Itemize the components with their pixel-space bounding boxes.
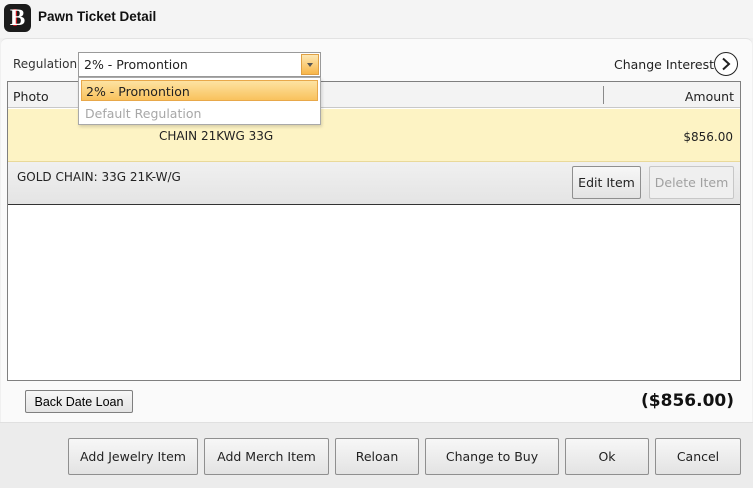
regulation-selected-value: 2% - Promontion (84, 57, 188, 72)
back-date-loan-button[interactable]: Back Date Loan (25, 390, 133, 413)
column-header-photo[interactable]: Photo (13, 89, 49, 104)
dropdown-option-selected[interactable]: 2% - Promontion (81, 80, 318, 101)
regulation-dropdown-button[interactable] (301, 54, 319, 75)
add-jewelry-item-button[interactable]: Add Jewelry Item (68, 438, 198, 475)
regulation-dropdown-list: 2% - Promontion Default Regulation (78, 77, 321, 125)
item-amount: $856.00 (683, 130, 733, 144)
row-detail: GOLD CHAIN: 33G 21K-W/G Edit Item Delete… (8, 162, 740, 205)
delete-item-button[interactable]: Delete Item (649, 166, 734, 199)
change-to-buy-button[interactable]: Change to Buy (425, 438, 559, 475)
footer-bar: Add Jewelry Item Add Merch Item Reloan C… (0, 422, 753, 488)
cancel-button[interactable]: Cancel (655, 438, 741, 475)
reloan-button[interactable]: Reloan (335, 438, 419, 475)
total-amount: ($856.00) (641, 391, 734, 411)
item-detail-text: GOLD CHAIN: 33G 21K-W/G (17, 170, 181, 184)
items-grid: Photo Amount CHAIN 21KWG 33G $856.00 GOL… (7, 81, 741, 381)
app-logo-icon: B (4, 4, 31, 32)
ok-button[interactable]: Ok (565, 438, 649, 475)
logo-letter: B (9, 5, 26, 30)
chevron-right-icon (722, 57, 731, 71)
chevron-down-icon (307, 63, 313, 67)
edit-item-button[interactable]: Edit Item (572, 166, 641, 199)
regulation-combobox[interactable]: 2% - Promontion (78, 52, 321, 77)
window-title: Pawn Ticket Detail (38, 9, 157, 24)
column-divider[interactable] (603, 86, 604, 104)
add-merch-item-button[interactable]: Add Merch Item (204, 438, 329, 475)
dropdown-option-disabled: Default Regulation (85, 106, 202, 121)
change-interest-arrow-icon[interactable] (714, 52, 738, 76)
item-description: CHAIN 21KWG 33G (159, 129, 274, 143)
change-interest-label[interactable]: Change Interest (614, 57, 714, 72)
column-header-amount[interactable]: Amount (685, 89, 734, 104)
title-bar: B Pawn Ticket Detail (0, 0, 753, 38)
regulation-label: Regulation (13, 57, 78, 71)
